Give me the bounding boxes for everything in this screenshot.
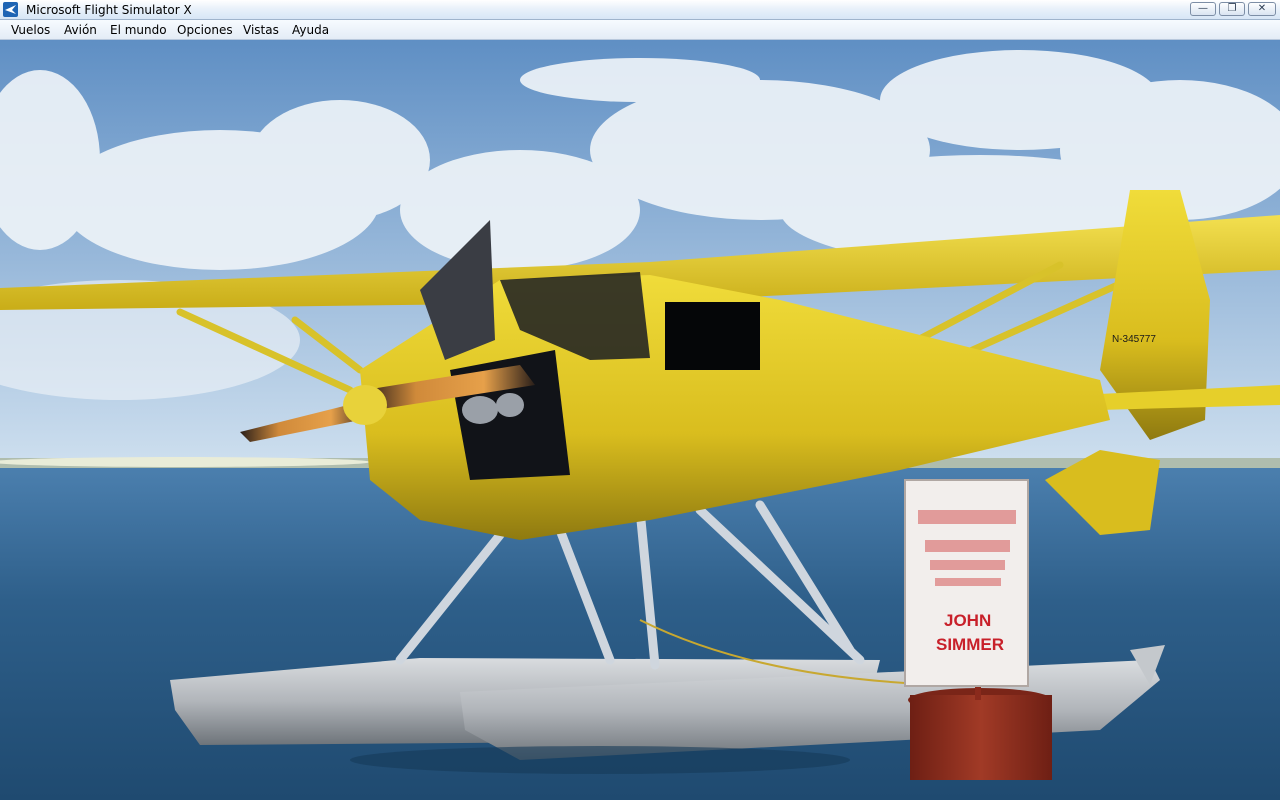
simulator-viewport[interactable]: N-345777 JOHN SIMMER — [0, 40, 1280, 800]
menu-bar: Vuelos Avión El mundo Opciones Vistas Ay… — [0, 20, 1280, 40]
menu-item-opciones[interactable]: Opciones — [177, 23, 233, 37]
restore-icon: ❐ — [1227, 3, 1237, 14]
flight-simulator-icon — [3, 2, 18, 17]
side-window — [665, 302, 760, 370]
close-button[interactable]: ✕ — [1248, 2, 1276, 16]
close-icon: ✕ — [1257, 3, 1267, 14]
title-bar: Microsoft Flight Simulator X — ❐ ✕ — [0, 0, 1280, 20]
window-title: Microsoft Flight Simulator X — [26, 3, 192, 17]
menu-item-avion[interactable]: Avión — [64, 23, 97, 37]
menu-item-el-mundo[interactable]: El mundo — [110, 23, 167, 37]
minimize-icon: — — [1198, 3, 1208, 14]
menu-item-ayuda[interactable]: Ayuda — [292, 23, 329, 37]
scene: N-345777 JOHN SIMMER — [0, 40, 1280, 800]
aircraft-registration: N-345777 — [1112, 334, 1156, 345]
sign-line-2: SIMMER — [936, 635, 1004, 654]
beach — [0, 457, 370, 467]
minimize-button[interactable]: — — [1190, 2, 1216, 16]
sign-line-1: JOHN — [944, 611, 991, 630]
menu-item-vistas[interactable]: Vistas — [243, 23, 279, 37]
restore-button[interactable]: ❐ — [1219, 2, 1245, 16]
buoy — [910, 695, 1052, 780]
menu-item-vuelos[interactable]: Vuelos — [11, 23, 50, 37]
